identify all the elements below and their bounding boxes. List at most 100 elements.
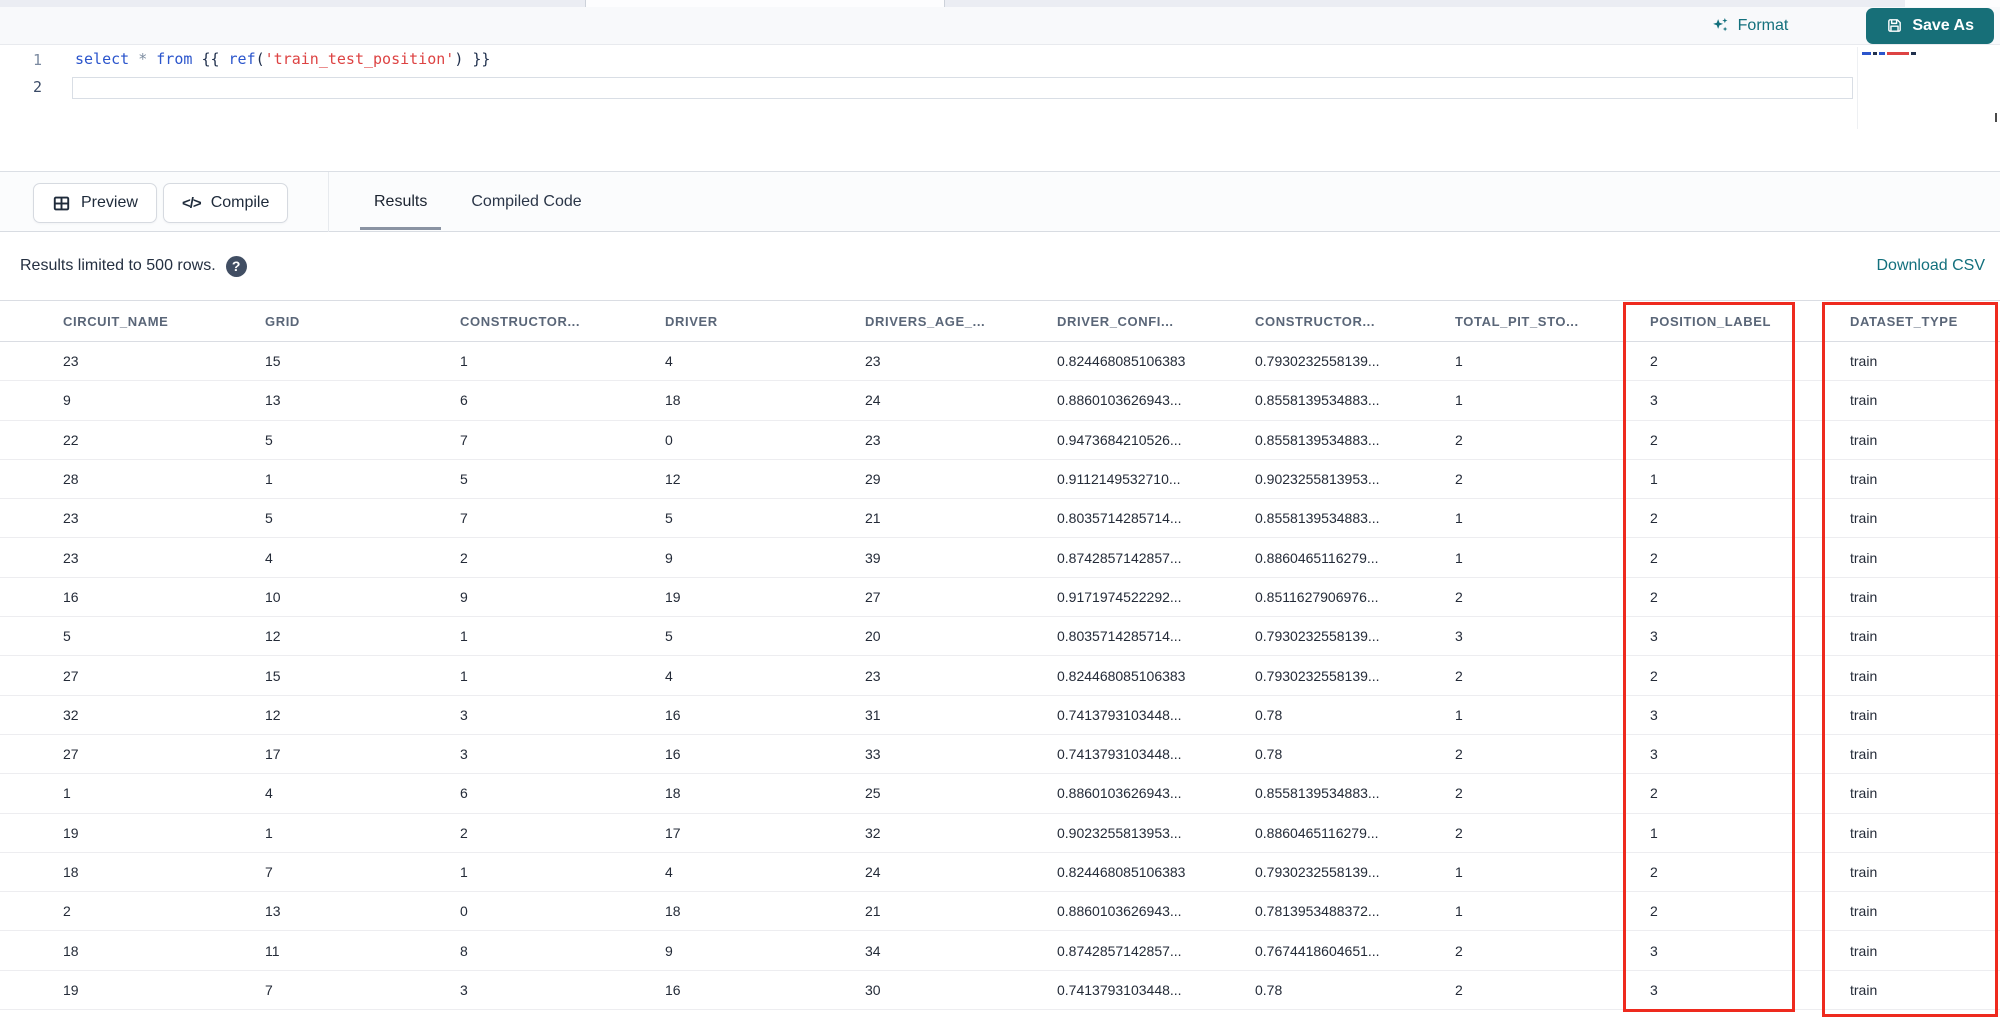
code-token: }}	[472, 50, 491, 68]
header-cell: CONSTRUCTOR...	[460, 314, 581, 329]
table-cell: 27	[865, 588, 881, 605]
table-cell: 0.7413793103448...	[1057, 706, 1182, 723]
table-cell: 0.8035714285714...	[1057, 628, 1182, 645]
top-tab-strip	[0, 0, 2000, 7]
table-cell: train	[1850, 667, 1878, 684]
table-cell: 17	[665, 824, 681, 841]
code-token: *	[138, 50, 148, 68]
table-cell: 12	[265, 628, 281, 645]
table-cell: 2	[460, 824, 468, 841]
header-cell: DATASET_TYPE	[1850, 314, 1958, 329]
table-cell: 1	[460, 864, 468, 880]
preview-label: Preview	[81, 194, 138, 211]
save-as-label: Save As	[1912, 16, 1974, 34]
table-cell: 24	[865, 392, 881, 409]
table-cell: 29	[865, 471, 881, 488]
table-cell: 12	[665, 471, 681, 488]
header-cell: DRIVER	[665, 314, 718, 329]
table-cell: train	[1850, 981, 1878, 998]
table-cell: 18	[63, 942, 79, 959]
table-cell: 1	[1455, 549, 1463, 566]
help-icon[interactable]: ?	[225, 255, 247, 277]
table-cell: 18	[63, 864, 79, 880]
save-as-button[interactable]: Save As	[1866, 7, 1994, 44]
compile-button[interactable]: </> Compile	[163, 183, 289, 223]
table-cell: 19	[665, 588, 681, 605]
table-cell: 0.7930232558139...	[1255, 667, 1380, 684]
table-cell: 2	[1455, 431, 1463, 448]
table-cell: 0.78	[1255, 981, 1283, 998]
table-cell: 5	[665, 510, 673, 527]
table-cell: 7	[460, 510, 468, 527]
preview-button[interactable]: Preview	[33, 183, 157, 223]
table-cell: 0.8860465116279...	[1255, 824, 1379, 841]
table-cell: 28	[63, 471, 79, 488]
table-cell: 16	[665, 981, 681, 998]
table-cell: 4	[265, 785, 273, 802]
code-token: )	[454, 50, 464, 68]
table-row: 16 10 9 19 27 0.9171974522292... 0.85116279069…	[0, 578, 2000, 618]
table-cell: 9	[665, 942, 673, 959]
table-cell: 1	[1650, 471, 1658, 488]
table-cell: 0.9473684210526...	[1057, 431, 1182, 448]
table-cell: 27	[63, 667, 79, 684]
editor-minimap[interactable]	[1857, 47, 1998, 129]
editor-toolbar: Format Save As	[0, 7, 2000, 45]
table-cell: train	[1850, 824, 1878, 841]
table-cell: 18	[665, 392, 681, 409]
table-cell: 9	[460, 588, 468, 605]
format-button[interactable]: Format	[1711, 16, 1788, 35]
table-cell: 1	[1455, 510, 1463, 527]
table-cell: 7	[265, 864, 273, 880]
table-cell: 5	[265, 431, 273, 448]
table-cell: 0.7930232558139...	[1255, 628, 1380, 645]
download-csv-link[interactable]: Download CSV	[1877, 257, 1986, 275]
header-cell: DRIVER_CONFI...	[1057, 314, 1174, 329]
active-tab-fragment	[585, 0, 945, 7]
table-cell: 2	[460, 549, 468, 566]
table-cell: 18	[665, 903, 681, 920]
table-cell: 13	[265, 392, 281, 409]
sql-code-editor[interactable]: 1 2 select * from {{ ref('train_test_pos…	[0, 45, 2000, 170]
header-cell: CIRCUIT_NAME	[63, 314, 169, 329]
table-cell: 2	[1455, 471, 1463, 488]
table-cell: 0.78	[1255, 746, 1283, 763]
table-cell: 2	[1650, 903, 1658, 920]
table-cell: 3	[460, 706, 468, 723]
table-cell: 1	[265, 471, 273, 488]
table-cell: 1	[1455, 392, 1463, 409]
table-cell: 16	[665, 706, 681, 723]
table-cell: 1	[460, 628, 468, 645]
tab-compiled-code[interactable]: Compiled Code	[449, 172, 603, 232]
table-cell: 0.824468085106383	[1057, 864, 1186, 880]
table-cell: train	[1850, 588, 1878, 605]
table-cell: 39	[865, 549, 881, 566]
row-limit-text: Results limited to 500 rows.	[20, 257, 216, 274]
active-empty-line	[72, 77, 1853, 99]
code-brackets-icon: </>	[182, 194, 202, 212]
code-token: from	[156, 50, 193, 68]
table-cell: 0.9023255813953...	[1057, 824, 1182, 841]
table-cell: 31	[865, 706, 881, 723]
table-cell: 18	[665, 785, 681, 802]
table-cell: 3	[460, 746, 468, 763]
code-line-1: select * from {{ ref('train_test_positio…	[75, 50, 490, 68]
line-number-1: 1	[32, 51, 42, 69]
table-cell: 23	[865, 667, 881, 684]
table-cell: 0.8511627906976...	[1255, 588, 1379, 605]
table-cell: 7	[265, 981, 273, 998]
table-cell: 0.8558139534883...	[1255, 785, 1380, 802]
code-token: ref	[228, 50, 256, 68]
table-row: 1 4 6 18 25 0.8860103626943... 0.8558139534883…	[0, 774, 2000, 814]
table-cell: 3	[1455, 628, 1463, 645]
tab-results[interactable]: Results	[352, 172, 449, 232]
action-row: Preview </> Compile Results Compiled Code	[0, 171, 2000, 232]
table-cell: 23	[63, 353, 79, 370]
table-row: 18 7 1 4 24 0.824468085106383 0.7930232558139.…	[0, 853, 2000, 893]
code-token: select	[75, 50, 130, 68]
table-cell: 33	[865, 746, 881, 763]
table-cell: 1	[1650, 824, 1658, 841]
minimap-code-line	[1862, 52, 1916, 55]
header-cell: POSITION_LABEL	[1650, 314, 1772, 329]
